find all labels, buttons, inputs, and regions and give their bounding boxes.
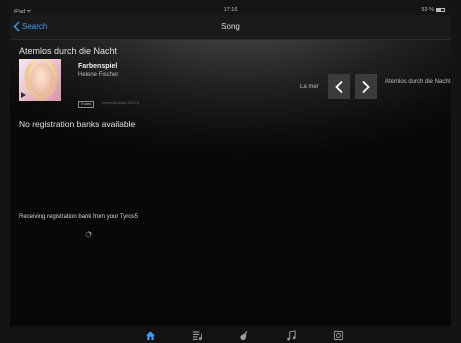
tab-settings[interactable] — [330, 329, 346, 342]
tab-songlist[interactable] — [189, 329, 205, 342]
status-time: 17:16 — [223, 7, 238, 13]
battery-percent: 53 % — [421, 7, 434, 13]
song-title: Atemlos durch die Nacht — [19, 46, 118, 56]
page-title: Song — [221, 22, 240, 31]
battery-indicator: 53 % — [421, 7, 445, 13]
receiving-status-message: Receiving registration bank from your Ty… — [19, 214, 138, 220]
guitar-icon — [239, 330, 247, 341]
play-icon[interactable] — [21, 92, 26, 98]
artist-name: Helene Fischer — [78, 72, 119, 78]
cover-face — [30, 63, 54, 97]
album-cover[interactable] — [19, 59, 61, 101]
next-song-label: Atemlos durch die Nacht — [385, 79, 451, 85]
no-registration-banks-message: No registration banks available — [19, 119, 136, 129]
music-note-icon — [286, 330, 296, 341]
tab-instrument[interactable] — [236, 329, 252, 342]
previous-song-button[interactable] — [328, 74, 350, 99]
chevron-left-icon — [335, 80, 343, 93]
album-title: Farbenspiel — [78, 63, 118, 70]
app-screen: iPad ᯤ 17:16 53 % Search Song Atemlos du… — [10, 5, 451, 343]
tab-bar — [10, 326, 451, 343]
battery-icon — [436, 8, 445, 12]
tab-music[interactable] — [283, 329, 299, 342]
home-icon — [145, 331, 155, 341]
previous-song-label: La mer — [300, 84, 319, 90]
next-song-button[interactable] — [355, 74, 377, 99]
navigation-bar: Search Song — [10, 15, 451, 40]
settings-icon — [333, 330, 343, 341]
songlist-icon — [192, 331, 202, 341]
chevron-right-icon — [362, 80, 370, 93]
status-bar: iPad ᯤ 17:16 53 % — [10, 5, 451, 15]
copyright-text: Universal Music 2013 ℗ — [102, 101, 140, 105]
tab-home[interactable] — [142, 329, 158, 342]
store-badge[interactable]: iTunes — [78, 101, 95, 108]
loading-spinner-icon — [85, 231, 92, 238]
ipad-frame: iPad ᯤ 17:16 53 % Search Song Atemlos du… — [0, 0, 461, 343]
